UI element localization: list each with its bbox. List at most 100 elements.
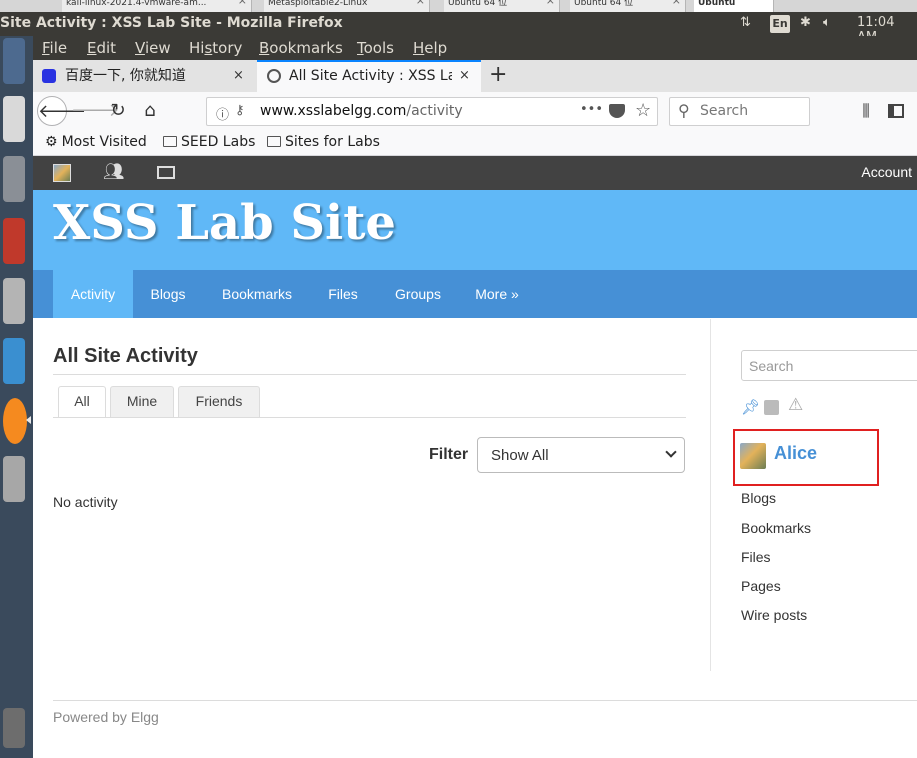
menu-label: Hi [189, 39, 205, 57]
vm-tab-label: Ubuntu 64 位 [574, 0, 634, 8]
bookmark-label: Most Visited [61, 134, 147, 150]
bluetooth-icon[interactable]: ✱ [800, 15, 811, 30]
home-button[interactable]: ⌂ [135, 96, 165, 126]
nav-more[interactable]: More » [465, 270, 529, 318]
back-button[interactable]: 🡐 [37, 96, 86, 126]
filter-tab-all[interactable]: All [58, 386, 106, 418]
vm-tab-metasploitable[interactable]: Metasploitable2-Linux × [264, 0, 430, 12]
close-icon[interactable]: × [546, 0, 555, 6]
divider [53, 417, 686, 418]
bookmark-star-icon[interactable]: ☆ [635, 100, 651, 121]
nav-files[interactable]: Files [315, 270, 371, 318]
friends-icon[interactable]: 👥︎ [103, 162, 125, 182]
library-icon[interactable]: ⫼ [851, 96, 881, 126]
url-text: www.xsslabelgg.com/activity [260, 103, 463, 119]
menu-history[interactable]: History [189, 39, 242, 57]
filter-tab-friends[interactable]: Friends [178, 386, 260, 417]
launcher-search-icon[interactable] [3, 38, 25, 84]
owner-link-pages[interactable]: Pages [741, 578, 781, 594]
nav-groups[interactable]: Groups [385, 270, 451, 318]
launcher-text-editor-icon[interactable] [3, 96, 25, 142]
close-icon[interactable]: × [672, 0, 681, 6]
launcher-files-icon[interactable] [3, 156, 25, 202]
menu-view[interactable]: View [135, 39, 171, 57]
network-icon[interactable]: ⇅ [740, 15, 751, 30]
close-icon[interactable]: × [459, 62, 470, 92]
search-placeholder: Search [700, 103, 749, 119]
owner-link-files[interactable]: Files [741, 549, 771, 565]
vm-tab-ubuntu-1[interactable]: Ubuntu 64 位 × [444, 0, 560, 12]
tab-site-activity[interactable]: All Site Activity : XSS Lab × [257, 60, 481, 92]
menu-tools[interactable]: Tools [357, 39, 394, 57]
vm-tab-label: kali-linux-2021.4-vmware-am... [66, 0, 207, 8]
tab-title: 百度一下, 你就知道 [65, 68, 186, 84]
reload-button[interactable]: ↻ [103, 96, 133, 126]
filter-tab-mine[interactable]: Mine [110, 386, 174, 417]
pocket-icon[interactable] [609, 104, 625, 118]
vm-tab-label: Ubuntu [698, 0, 736, 8]
chevron-down-icon [665, 446, 677, 458]
url-bar[interactable]: ⓘ ⚷ www.xsslabelgg.com/activity ••• ☆ [206, 97, 658, 126]
vm-tab-ubuntu-active[interactable]: Ubuntu [694, 0, 774, 12]
page-actions-button[interactable]: ••• [580, 102, 603, 117]
menu-bookmarks[interactable]: Bookmarks [259, 39, 343, 57]
launcher-trash-icon[interactable] [3, 708, 25, 748]
close-icon[interactable]: × [238, 0, 247, 6]
menu-label: iew [144, 39, 171, 57]
report-icon[interactable]: ⚠ [788, 395, 803, 415]
close-icon[interactable]: × [233, 60, 244, 92]
owner-link-blogs[interactable]: Blogs [741, 490, 776, 506]
nav-bookmarks[interactable]: Bookmarks [207, 270, 307, 318]
search-bar[interactable]: ⚲ Search [669, 97, 810, 126]
rss-icon[interactable] [764, 400, 779, 415]
menu-file[interactable]: File [42, 39, 67, 57]
bookmark-label: Sites for Labs [285, 134, 380, 150]
volume-icon[interactable]: 🔈︎ [823, 15, 831, 30]
url-path: /activity [406, 103, 463, 119]
avatar[interactable] [740, 443, 766, 469]
key-icon[interactable]: ⚷ [235, 103, 245, 118]
window-title: Site Activity : XSS Lab Site - Mozilla F… [0, 15, 343, 31]
vm-tab-ubuntu-2[interactable]: Ubuntu 64 位 × [570, 0, 686, 12]
pin-icon[interactable]: 📌︎ [741, 398, 760, 416]
launcher-firefox-icon[interactable] [3, 398, 27, 444]
keyboard-layout-indicator[interactable]: En [770, 15, 790, 33]
info-icon[interactable]: ⓘ [216, 104, 229, 123]
user-avatar-icon[interactable] [53, 164, 71, 182]
sidebar-toggle-icon[interactable] [881, 96, 911, 126]
nav-blogs[interactable]: Blogs [133, 270, 203, 318]
launcher-terminal-icon[interactable] [3, 338, 25, 384]
site-nav: Activity Blogs Bookmarks Files Groups Mo… [33, 270, 917, 318]
bookmarks-toolbar: ⚙ Most Visited SEED Labs Sites for Labs [33, 130, 917, 156]
bookmark-folder-sites-for-labs[interactable]: Sites for Labs [267, 134, 380, 150]
launcher-office-icon[interactable] [3, 218, 25, 264]
filter-select[interactable]: Show All [477, 437, 685, 473]
menu-label: elp [424, 39, 448, 57]
unity-launcher [0, 36, 33, 758]
owner-link-wire-posts[interactable]: Wire posts [741, 607, 807, 623]
owner-name-link[interactable]: Alice [774, 443, 817, 464]
account-menu[interactable]: Account [861, 164, 912, 180]
menu-label: ookmarks [269, 39, 343, 57]
owner-link-bookmarks[interactable]: Bookmarks [741, 520, 811, 536]
new-tab-button[interactable]: + [489, 62, 507, 88]
navigation-toolbar: 🡐 🡒 ↻ ⌂ ⓘ ⚷ www.xsslabelgg.com/activity … [33, 92, 917, 130]
tab-baidu[interactable]: 百度一下, 你就知道 × [33, 60, 255, 92]
menu-edit[interactable]: Edit [87, 39, 116, 57]
sidebar-search-input[interactable]: Search [741, 350, 917, 381]
forward-button[interactable]: 🡒 [71, 96, 119, 126]
launcher-archive-icon[interactable] [3, 278, 25, 324]
nav-activity[interactable]: Activity [53, 270, 133, 318]
site-title[interactable]: XSS Lab Site [53, 195, 396, 251]
messages-icon[interactable] [157, 166, 175, 179]
footer-powered-by[interactable]: Powered by Elgg [53, 709, 159, 725]
vm-tab-label: Ubuntu 64 位 [448, 0, 508, 8]
menu-accel: V [135, 39, 145, 57]
close-icon[interactable]: × [416, 0, 425, 6]
vm-tab-kali[interactable]: kali-linux-2021.4-vmware-am... × [62, 0, 252, 12]
menu-help[interactable]: Help [413, 39, 447, 57]
bookmark-most-visited[interactable]: ⚙ Most Visited [45, 134, 147, 150]
firefox-window: File Edit View History Bookmarks Tools H… [33, 36, 917, 758]
launcher-settings-icon[interactable] [3, 456, 25, 502]
bookmark-folder-seed-labs[interactable]: SEED Labs [163, 134, 255, 150]
